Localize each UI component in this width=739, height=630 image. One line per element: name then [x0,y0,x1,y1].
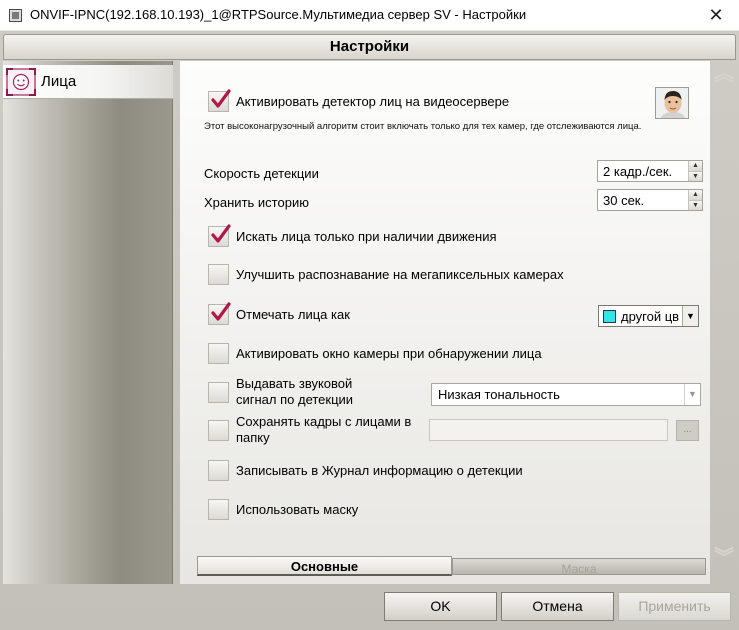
write-journal-row: Записывать в Журнал информацию о детекци… [208,460,523,481]
mark-color-select[interactable]: другой цв ▼ [598,305,699,327]
activate-window-row: Активировать окно камеры при обнаружении… [208,343,542,364]
close-icon[interactable]: ✕ [693,0,739,31]
search-motion-checkbox[interactable] [208,226,229,247]
detection-speed-stepper[interactable]: 2 кадр./сек. ▲ ▼ [597,160,703,182]
activate-detector-label: Активировать детектор лиц на видеосервер… [236,93,510,109]
sidebar-item-faces[interactable]: Лица [3,65,173,99]
tab-main[interactable]: Основные [197,556,452,576]
use-mask-checkbox[interactable] [208,499,229,520]
chevron-down-icon[interactable]: ▼ [684,384,700,405]
activate-detector-row: Активировать детектор лиц на видеосервер… [208,91,509,112]
chevron-down-icon[interactable]: ▼ [682,306,698,326]
spin-down-icon[interactable]: ▼ [689,170,702,181]
activate-window-checkbox[interactable] [208,343,229,364]
sound-signal-label: Выдавать звуковой сигнал по детекции [236,376,353,408]
use-mask-label: Использовать маску [236,501,359,517]
search-motion-label: Искать лица только при наличии движения [236,228,497,244]
improve-megapixel-checkbox[interactable] [208,264,229,285]
save-frames-row: Сохранять кадры с лицами в папку [208,414,411,446]
spin-down-icon[interactable]: ▼ [689,199,702,210]
browse-folder-button[interactable]: ... [676,420,699,441]
cancel-button[interactable]: Отмена [501,592,614,621]
write-journal-label: Записывать в Журнал информацию о детекци… [236,462,523,478]
ok-button[interactable]: OK [384,592,497,621]
improve-megapixel-row: Улучшить распознавание на мегапиксельных… [208,264,564,285]
apply-button[interactable]: Применить [618,592,731,621]
mark-color-value: другой цв [621,308,680,324]
keep-history-stepper[interactable]: 30 сек. ▲ ▼ [597,189,703,211]
save-folder-input[interactable] [429,419,668,441]
save-frames-checkbox[interactable] [208,419,229,441]
app-icon [9,9,22,22]
sound-signal-label-line1: Выдавать звуковой [236,376,353,391]
sound-signal-checkbox[interactable] [208,381,229,403]
detector-note: Этот высоконагрузочный алгоритм стоит вк… [204,121,642,132]
search-motion-row: Искать лица только при наличии движения [208,226,497,247]
spin-up-icon[interactable]: ▲ [689,161,702,171]
tone-select-value: Низкая тональность [438,387,560,402]
scroll-down-icon[interactable]: ︾ [714,548,734,576]
keep-history-value: 30 сек. [603,192,645,208]
use-mask-row: Использовать маску [208,499,358,520]
color-swatch [603,309,616,323]
sidebar: Лица [3,61,173,584]
spin-up-icon[interactable]: ▲ [689,190,702,200]
write-journal-checkbox[interactable] [208,460,229,481]
save-frames-label-line1: Сохранять кадры с лицами в [236,414,412,429]
sound-signal-row: Выдавать звуковой сигнал по детекции [208,376,353,408]
face-avatar [655,87,689,119]
improve-megapixel-label: Улучшить распознавание на мегапиксельных… [236,266,564,282]
activate-window-label: Активировать окно камеры при обнаружении… [236,345,542,361]
tone-select[interactable]: Низкая тональность ▼ [431,383,701,406]
page-title: Настройки [3,34,736,60]
activate-detector-checkbox[interactable] [208,91,229,112]
sidebar-item-label: Лица [41,73,77,90]
sound-signal-label-line2: сигнал по детекции [236,392,354,407]
tab-mask[interactable]: Маска [452,558,706,575]
save-frames-label-line2: папку [236,430,270,445]
face-icon [6,67,36,96]
detection-speed-value: 2 кадр./сек. [603,163,673,179]
keep-history-label: Хранить историю [204,195,309,210]
scroll-up-icon[interactable]: ︽ [714,64,734,92]
mark-faces-checkbox[interactable] [208,304,229,325]
window-title: ONVIF-IPNC(192.168.10.193)_1@RTPSource.М… [30,7,527,22]
detection-speed-label: Скорость детекции [204,166,319,181]
mark-faces-row: Отмечать лица как [208,304,350,325]
mark-faces-label: Отмечать лица как [236,306,350,322]
save-frames-label: Сохранять кадры с лицами в папку [236,414,411,446]
window-titlebar: ONVIF-IPNC(192.168.10.193)_1@RTPSource.М… [0,0,739,31]
